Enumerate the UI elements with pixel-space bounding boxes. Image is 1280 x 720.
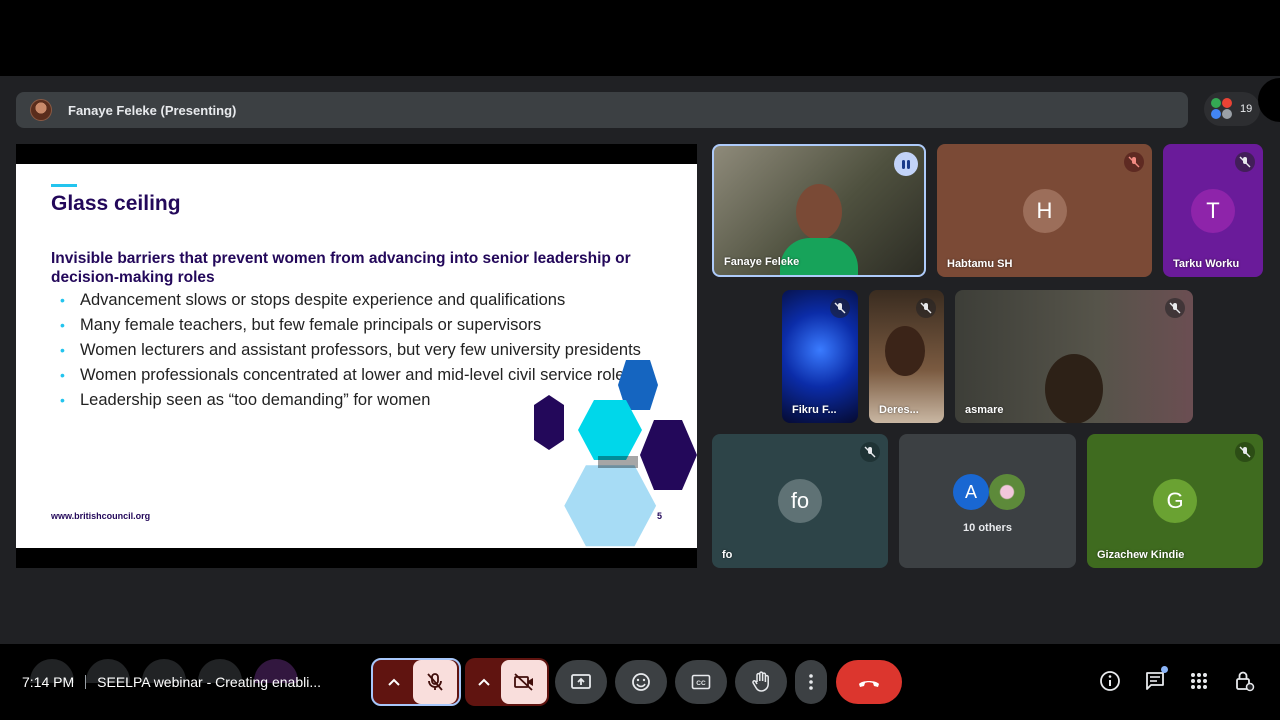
mic-toggle-button[interactable] (413, 660, 457, 704)
people-button[interactable]: 19 (1204, 92, 1260, 126)
camera-toggle-button[interactable] (501, 660, 547, 704)
unread-dot (1161, 666, 1168, 673)
closed-captions-icon: CC (691, 674, 711, 690)
participant-avatar: H (1022, 188, 1067, 233)
participant-name: Fikru F... (792, 404, 837, 416)
participant-tile[interactable]: H Habtamu SH (937, 144, 1152, 277)
leave-call-button[interactable] (836, 660, 902, 704)
title-accent-line (51, 184, 77, 187)
activities-button[interactable] (1186, 668, 1212, 694)
mic-off-icon (1124, 152, 1144, 172)
svg-text:CC: CC (696, 680, 706, 687)
mic-off-icon (860, 442, 880, 462)
audio-options-chevron-up-icon[interactable] (375, 660, 413, 704)
others-tile[interactable]: A 10 others (899, 434, 1076, 568)
participant-name: Gizachew Kindie (1097, 549, 1185, 561)
participant-tile[interactable]: Deres... (869, 290, 944, 423)
meeting-details-button[interactable] (1097, 668, 1123, 694)
others-count: 10 others (963, 522, 1012, 534)
raise-hand-button[interactable] (735, 660, 787, 704)
slide-title: Glass ceiling (51, 192, 181, 215)
meeting-title: SEELPA webinar - Creating enabli... (97, 674, 322, 690)
host-controls-button[interactable] (1231, 668, 1257, 694)
bullet-item: • Many female teachers, but few female pr… (60, 316, 542, 334)
participant-name: Fanaye Feleke (724, 256, 800, 268)
participant-name: fo (722, 549, 733, 561)
speaking-indicator-icon (894, 152, 918, 176)
mic-off-icon (1235, 152, 1255, 172)
present-screen-icon (571, 674, 591, 689)
participant-avatar: A (953, 474, 989, 510)
control-bar: 7:14 PM SEELPA webinar - Creating enabli.… (0, 644, 1280, 720)
participant-avatar: G (1153, 479, 1197, 523)
participant-avatar: T (1191, 188, 1235, 233)
participant-name: Tarku Worku (1173, 258, 1240, 270)
video-options-chevron-up-icon[interactable] (467, 660, 501, 704)
presenter-avatar (30, 99, 52, 121)
participant-avatar: fo (778, 479, 822, 523)
meeting-details: 7:14 PM SEELPA webinar - Creating enabli.… (22, 674, 321, 690)
slide-subtitle: Invisible barriers that prevent women fr… (51, 250, 631, 286)
mic-off-icon (916, 298, 936, 318)
hexagon-decoration (534, 360, 697, 547)
video-person (885, 326, 925, 376)
apps-grid-icon (1191, 673, 1207, 689)
people-count: 19 (1240, 103, 1253, 115)
mic-off-icon (830, 298, 850, 318)
slide-page-number: 5 (657, 511, 663, 521)
presentation-area: Glass ceiling Invisible barriers that pr… (16, 144, 697, 568)
participant-tile[interactable]: Fanaye Feleke (712, 144, 926, 277)
emoji-icon (632, 673, 650, 691)
self-view-edge[interactable] (1258, 78, 1280, 122)
lock-person-icon (1236, 671, 1255, 692)
camera-off-icon (514, 673, 533, 691)
present-screen-button[interactable] (555, 660, 607, 704)
chat-icon (1146, 672, 1164, 690)
participant-tile[interactable]: asmare (955, 290, 1193, 423)
participant-tile[interactable]: G Gizachew Kindie (1087, 434, 1263, 568)
slide-footer-url: www.britishcouncil.org (51, 511, 151, 521)
camera-control (465, 658, 549, 706)
video-person (796, 184, 842, 240)
participant-tile[interactable]: fo fo (712, 434, 888, 568)
hand-icon (752, 671, 769, 692)
mic-control (371, 658, 461, 706)
more-vert-icon (809, 674, 813, 690)
participant-name: Deres... (879, 404, 919, 416)
participant-tile[interactable]: T Tarku Worku (1163, 144, 1263, 277)
video-person (1045, 354, 1103, 423)
more-options-button[interactable] (795, 660, 827, 704)
chat-button[interactable] (1142, 666, 1168, 694)
reactions-button[interactable] (615, 660, 667, 704)
info-icon (1100, 671, 1120, 691)
participant-name: asmare (965, 404, 1004, 416)
bullet-item: • Advancement slows or stops despite expe… (60, 291, 566, 309)
participant-avatars-icon (1210, 97, 1234, 121)
participant-tile[interactable]: Fikru F... (782, 290, 858, 423)
presenter-name: Fanaye Feleke (Presenting) (68, 102, 237, 118)
mic-off-icon (1165, 298, 1185, 318)
meeting-stage: Fanaye Feleke (Presenting) 19 Glass ceil… (0, 76, 1280, 706)
captions-button[interactable]: CC (675, 660, 727, 704)
phone-hangup-icon (859, 681, 879, 687)
presenter-bar[interactable]: Fanaye Feleke (Presenting) (16, 92, 1188, 128)
participant-avatar-image (989, 474, 1025, 510)
mic-off-icon (1235, 442, 1255, 462)
bullet-item: • Women lecturers and assistant professor… (60, 341, 641, 359)
participant-name: Habtamu SH (947, 258, 1013, 270)
mic-off-icon (427, 673, 443, 691)
presentation-slide: Glass ceiling Invisible barriers that pr… (16, 164, 697, 548)
clock-time: 7:14 PM (22, 674, 75, 690)
